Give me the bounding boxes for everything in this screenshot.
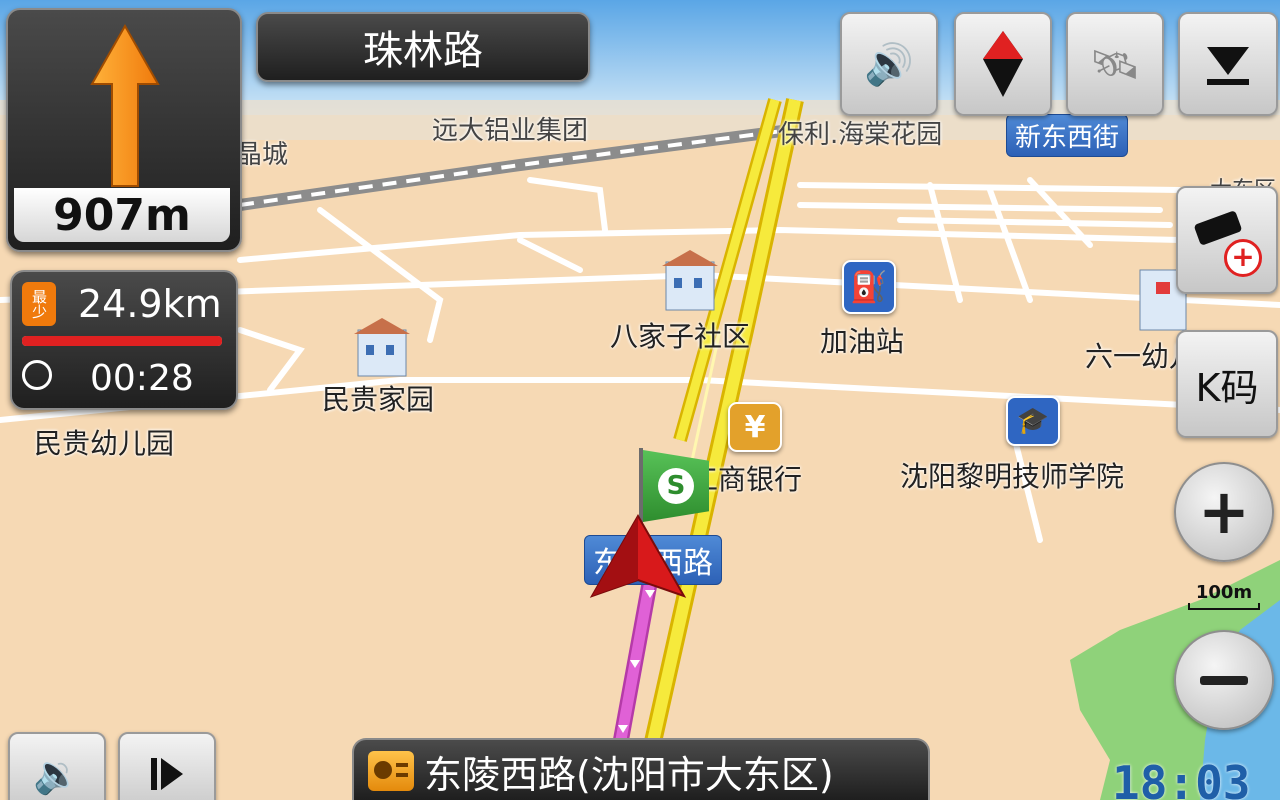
compass-button[interactable] xyxy=(954,12,1052,116)
poi-label[interactable]: 民贵幼儿园 xyxy=(34,422,174,462)
voice-button[interactable]: 🔊 xyxy=(840,12,938,116)
voice-guide-button[interactable]: 🔉 xyxy=(8,732,106,800)
school-icon[interactable]: 🎓 xyxy=(1006,396,1060,446)
camera-add-icon: + xyxy=(1192,205,1262,277)
eta-time: 00:28 xyxy=(90,358,194,399)
kcode-label: K码 xyxy=(1195,365,1259,410)
satellite-icon: 🛰 xyxy=(1089,41,1141,88)
camera-add-button[interactable]: + xyxy=(1176,186,1278,294)
start-flag-icon[interactable]: S xyxy=(643,450,709,522)
poi-label[interactable]: 民贵家园 xyxy=(322,378,434,418)
start-flag-label: S xyxy=(658,468,694,504)
route-mode-badge: 最少 xyxy=(22,282,56,326)
turn-distance-box: 907m xyxy=(14,188,230,242)
road-sign-xindongxi[interactable]: 新东西街 xyxy=(1006,114,1129,157)
play-button[interactable] xyxy=(118,732,216,800)
trip-info-panel[interactable]: 最少 24.9km 00:28 xyxy=(10,270,238,410)
route-progress-bar xyxy=(22,336,222,346)
gps-status-button[interactable]: 🛰 xyxy=(1066,12,1164,116)
zoom-out-button[interactable] xyxy=(1174,630,1274,730)
turn-instruction-panel[interactable]: 907m xyxy=(6,8,242,252)
scale-bar: 100m xyxy=(1188,582,1260,610)
poi-label[interactable]: 保利.海棠花园 xyxy=(778,114,942,151)
current-road-name: 珠林路 xyxy=(363,28,483,74)
bank-icon[interactable]: ¥ xyxy=(728,402,782,452)
navigation-screen: ⛽ ¥ 🎓 远大铝业集团 保利.海棠花园 八家子社区 加油站 六一幼儿园 民贵家… xyxy=(0,0,1280,800)
plus-icon: + xyxy=(1198,475,1250,548)
scale-label: 100m xyxy=(1195,582,1253,603)
speaker-chat-icon: 🔊 xyxy=(864,41,914,88)
kcode-button[interactable]: K码 xyxy=(1176,330,1278,438)
vehicle-position-arrow xyxy=(589,514,687,598)
clock-icon xyxy=(22,360,52,390)
compass-icon xyxy=(983,31,1023,97)
system-clock: 18:03 xyxy=(1112,756,1251,800)
turn-distance: 907m xyxy=(53,189,191,241)
radio-icon xyxy=(368,751,414,791)
poi-label[interactable]: 八家子社区 xyxy=(610,315,750,355)
poi-label[interactable]: 加油站 xyxy=(820,320,904,360)
current-road-box: 珠林路 xyxy=(256,12,590,82)
minus-icon xyxy=(1200,675,1248,685)
play-icon xyxy=(151,758,183,790)
next-road-name: 东陵西路(沈阳市大东区) xyxy=(424,752,834,797)
gas-station-icon[interactable]: ⛽ xyxy=(842,260,896,314)
collapse-down-icon xyxy=(1207,47,1249,85)
remaining-distance: 24.9km xyxy=(78,282,222,326)
straight-arrow-icon xyxy=(90,24,160,187)
poi-label[interactable]: 远大铝业集团 xyxy=(432,110,588,147)
poi-label[interactable]: 沈阳黎明技师学院 xyxy=(900,455,1124,495)
zoom-in-button[interactable]: + xyxy=(1174,462,1274,562)
voice-guide-icon: 🔉 xyxy=(33,751,81,796)
menu-collapse-button[interactable] xyxy=(1178,12,1278,116)
poi-label[interactable]: 晶城 xyxy=(236,134,288,171)
next-road-bar[interactable]: 东陵西路(沈阳市大东区) xyxy=(352,738,930,800)
